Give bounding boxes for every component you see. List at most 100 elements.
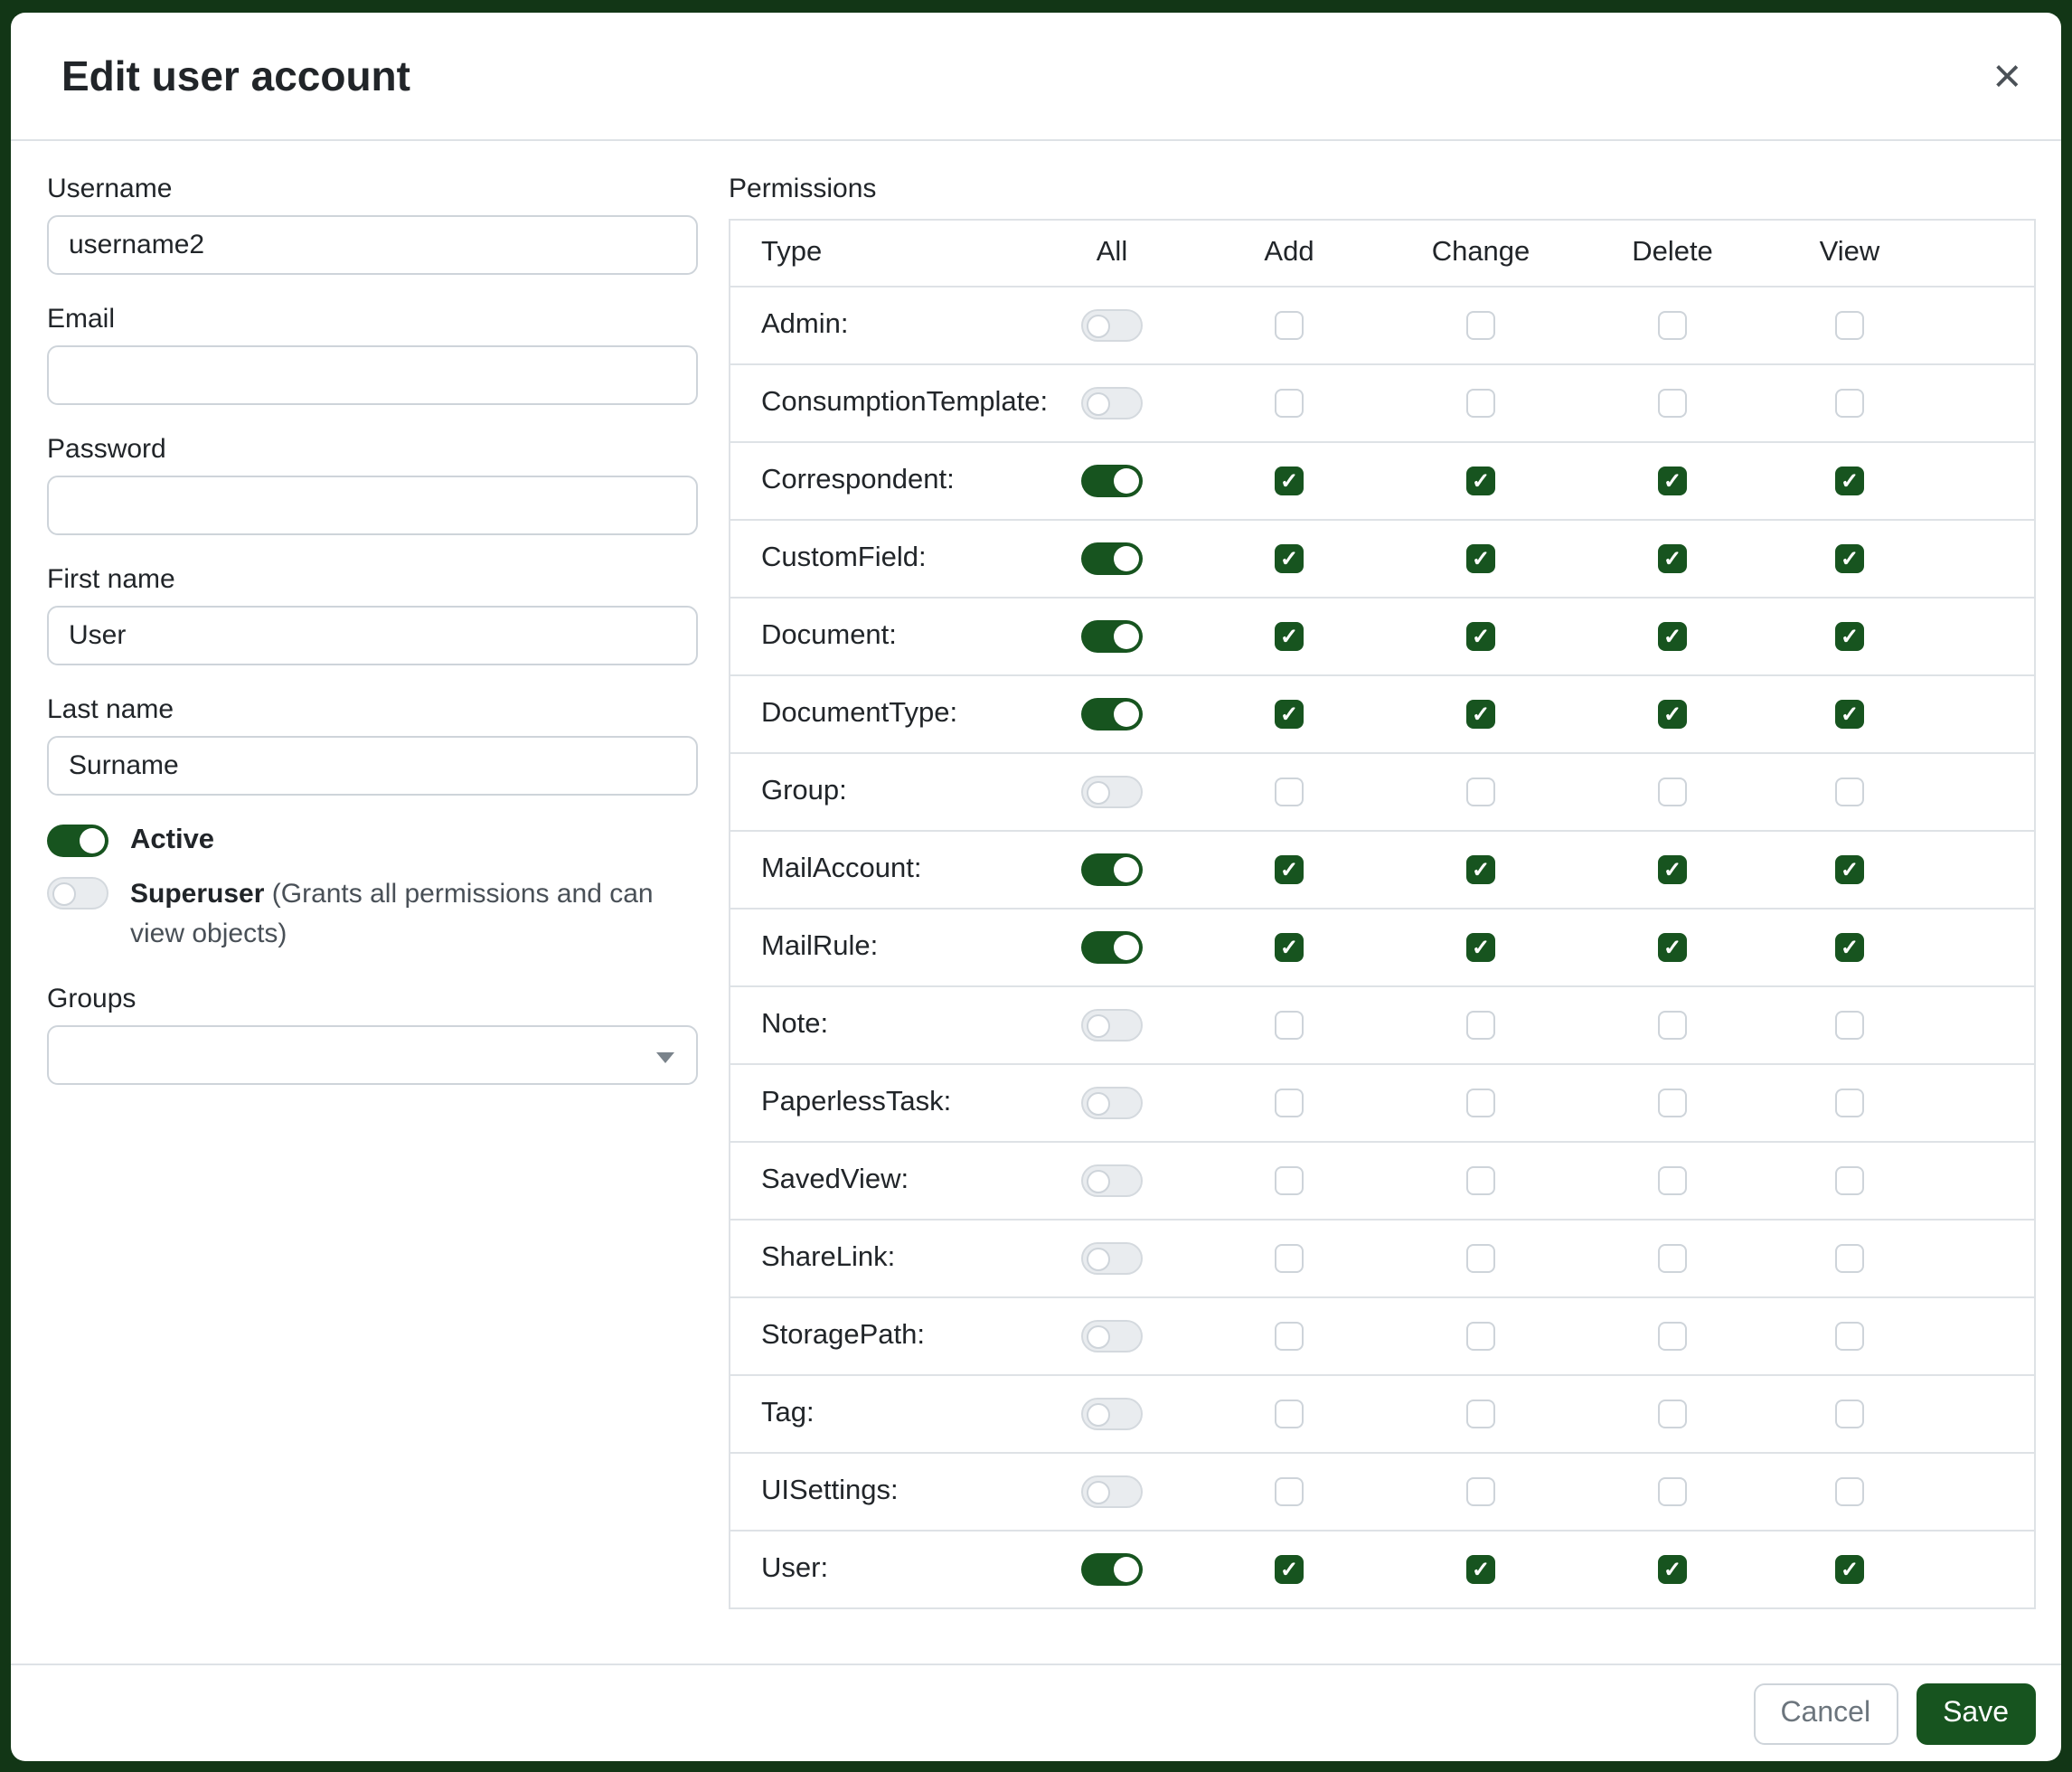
permission-delete-checkbox[interactable] — [1658, 1322, 1687, 1351]
permission-add-checkbox[interactable] — [1275, 311, 1304, 340]
permission-change-checkbox[interactable] — [1466, 1166, 1495, 1195]
permission-view-checkbox[interactable] — [1835, 855, 1864, 884]
permission-delete-checkbox[interactable] — [1658, 1089, 1687, 1117]
permission-change-checkbox[interactable] — [1466, 1555, 1495, 1584]
permission-all-toggle[interactable] — [1081, 931, 1143, 964]
permission-view-checkbox[interactable] — [1835, 311, 1864, 340]
column-header-change: Change — [1385, 237, 1577, 269]
permission-change-checkbox[interactable] — [1466, 700, 1495, 729]
permission-view-checkbox[interactable] — [1835, 1477, 1864, 1506]
permission-view-checkbox[interactable] — [1835, 1166, 1864, 1195]
cancel-button[interactable]: Cancel — [1753, 1682, 1898, 1744]
permission-add-checkbox[interactable] — [1275, 778, 1304, 806]
permission-change-checkbox[interactable] — [1466, 389, 1495, 418]
permission-view-checkbox[interactable] — [1835, 467, 1864, 495]
permission-delete-checkbox[interactable] — [1658, 544, 1687, 573]
permission-add-checkbox[interactable] — [1275, 1011, 1304, 1040]
permission-change-checkbox[interactable] — [1466, 933, 1495, 962]
permission-delete-checkbox[interactable] — [1658, 1555, 1687, 1584]
permission-all-toggle[interactable] — [1081, 853, 1143, 886]
permission-view-checkbox[interactable] — [1835, 1011, 1864, 1040]
active-toggle[interactable] — [47, 825, 108, 857]
permission-add-checkbox[interactable] — [1275, 1322, 1304, 1351]
permission-change-checkbox[interactable] — [1466, 1089, 1495, 1117]
email-input[interactable] — [47, 345, 698, 405]
permission-view-checkbox[interactable] — [1835, 1322, 1864, 1351]
permission-delete-checkbox[interactable] — [1658, 933, 1687, 962]
permission-add-checkbox[interactable] — [1275, 1477, 1304, 1506]
permissions-table-row: ConsumptionTemplate: — [730, 363, 2034, 441]
permission-change-checkbox[interactable] — [1466, 311, 1495, 340]
permission-add-checkbox[interactable] — [1275, 855, 1304, 884]
permission-all-toggle[interactable] — [1081, 1398, 1143, 1430]
permission-change-checkbox[interactable] — [1466, 622, 1495, 651]
permission-delete-checkbox[interactable] — [1658, 467, 1687, 495]
permission-delete-checkbox[interactable] — [1658, 700, 1687, 729]
permission-type-label: Document: — [730, 620, 1031, 653]
permission-delete-checkbox[interactable] — [1658, 1400, 1687, 1428]
permission-delete-checkbox[interactable] — [1658, 1244, 1687, 1273]
permission-all-toggle[interactable] — [1081, 1087, 1143, 1119]
password-input[interactable] — [47, 476, 698, 535]
permission-change-checkbox[interactable] — [1466, 1244, 1495, 1273]
permission-all-toggle[interactable] — [1081, 620, 1143, 653]
permission-all-toggle[interactable] — [1081, 387, 1143, 419]
permission-add-checkbox[interactable] — [1275, 389, 1304, 418]
superuser-toggle[interactable] — [47, 877, 108, 910]
permission-add-checkbox[interactable] — [1275, 933, 1304, 962]
permission-add-checkbox[interactable] — [1275, 1089, 1304, 1117]
first-name-input[interactable] — [47, 606, 698, 665]
permission-change-checkbox[interactable] — [1466, 1322, 1495, 1351]
username-input[interactable] — [47, 215, 698, 275]
permission-view-checkbox[interactable] — [1835, 1400, 1864, 1428]
permission-add-checkbox[interactable] — [1275, 467, 1304, 495]
permission-delete-checkbox[interactable] — [1658, 855, 1687, 884]
permission-all-toggle[interactable] — [1081, 309, 1143, 342]
permission-change-checkbox[interactable] — [1466, 1400, 1495, 1428]
permission-delete-checkbox[interactable] — [1658, 778, 1687, 806]
permission-all-toggle[interactable] — [1081, 542, 1143, 575]
permission-change-checkbox[interactable] — [1466, 1011, 1495, 1040]
permission-delete-checkbox[interactable] — [1658, 1477, 1687, 1506]
groups-select[interactable] — [47, 1024, 698, 1084]
last-name-input[interactable] — [47, 736, 698, 796]
permission-all-toggle[interactable] — [1081, 1553, 1143, 1586]
close-icon[interactable]: × — [1992, 52, 2021, 100]
permission-change-checkbox[interactable] — [1466, 855, 1495, 884]
permission-add-checkbox[interactable] — [1275, 700, 1304, 729]
permission-delete-checkbox[interactable] — [1658, 1166, 1687, 1195]
permission-all-toggle[interactable] — [1081, 1475, 1143, 1508]
permission-change-checkbox[interactable] — [1466, 778, 1495, 806]
permission-view-checkbox[interactable] — [1835, 1089, 1864, 1117]
save-button[interactable]: Save — [1916, 1682, 2036, 1744]
permission-add-checkbox[interactable] — [1275, 622, 1304, 651]
permission-add-checkbox[interactable] — [1275, 1244, 1304, 1273]
permission-delete-checkbox[interactable] — [1658, 622, 1687, 651]
permission-add-checkbox[interactable] — [1275, 1166, 1304, 1195]
permission-view-checkbox[interactable] — [1835, 622, 1864, 651]
permission-view-checkbox[interactable] — [1835, 933, 1864, 962]
modal-body: Username Email Password First name Last … — [11, 141, 2061, 1664]
permission-all-toggle[interactable] — [1081, 1320, 1143, 1353]
permission-view-checkbox[interactable] — [1835, 544, 1864, 573]
permission-change-checkbox[interactable] — [1466, 1477, 1495, 1506]
permission-view-checkbox[interactable] — [1835, 778, 1864, 806]
permission-all-toggle[interactable] — [1081, 776, 1143, 808]
permission-add-checkbox[interactable] — [1275, 1555, 1304, 1584]
permission-all-toggle[interactable] — [1081, 465, 1143, 497]
permission-add-checkbox[interactable] — [1275, 544, 1304, 573]
permission-all-toggle[interactable] — [1081, 1009, 1143, 1042]
permission-add-checkbox[interactable] — [1275, 1400, 1304, 1428]
permission-change-checkbox[interactable] — [1466, 544, 1495, 573]
permission-all-toggle[interactable] — [1081, 698, 1143, 730]
permission-all-toggle[interactable] — [1081, 1164, 1143, 1197]
permission-all-toggle[interactable] — [1081, 1242, 1143, 1275]
permission-delete-checkbox[interactable] — [1658, 311, 1687, 340]
permission-view-checkbox[interactable] — [1835, 389, 1864, 418]
permission-view-checkbox[interactable] — [1835, 700, 1864, 729]
permission-view-checkbox[interactable] — [1835, 1244, 1864, 1273]
permission-change-checkbox[interactable] — [1466, 467, 1495, 495]
permission-delete-checkbox[interactable] — [1658, 389, 1687, 418]
permission-delete-checkbox[interactable] — [1658, 1011, 1687, 1040]
permission-view-checkbox[interactable] — [1835, 1555, 1864, 1584]
